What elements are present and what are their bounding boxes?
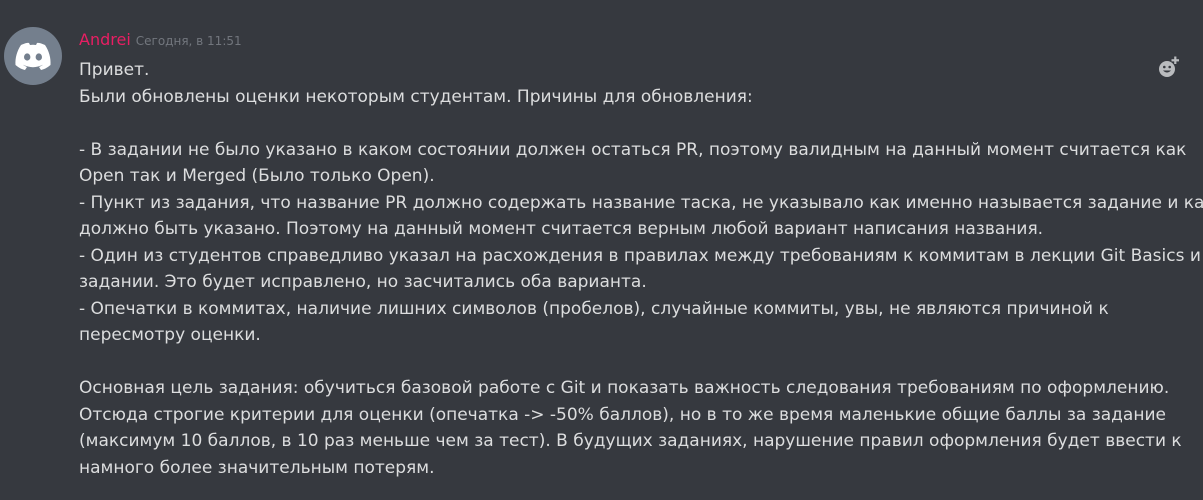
message-line: пересмотру оценки. bbox=[79, 325, 261, 345]
message-line: - Опечатки в коммитах, наличие лишних си… bbox=[79, 298, 1109, 319]
username[interactable]: Andrei bbox=[79, 30, 131, 49]
discord-logo-icon bbox=[15, 42, 51, 70]
message-line bbox=[79, 110, 1174, 137]
message-line: должно быть указано. Поэтому на данный м… bbox=[79, 219, 1044, 239]
message-content: Привет. Были обновлены оценки некоторым … bbox=[79, 57, 1203, 481]
add-reaction-icon bbox=[1159, 56, 1179, 77]
message-line: - Один из студентов справедливо указал н… bbox=[79, 245, 1201, 266]
message-line bbox=[79, 349, 1174, 376]
message-line: Были обновлены оценки некоторым студента… bbox=[79, 86, 753, 107]
message-line: - В задании не было указано в каком сост… bbox=[79, 139, 1187, 160]
message-line: Отсюда строгие критерии для оценки (опеч… bbox=[79, 404, 1166, 425]
message-line: (максимум 10 баллов, в 10 раз меньше чем… bbox=[79, 431, 1182, 451]
message-header: Andrei Сегодня, в 11:51 bbox=[79, 30, 242, 54]
add-reaction-button[interactable] bbox=[1158, 56, 1180, 78]
message-line: задании. Это будет исправлено, но засчит… bbox=[79, 272, 647, 292]
timestamp: Сегодня, в 11:51 bbox=[135, 34, 242, 48]
message-line: Open так и Merged (Было только Open). bbox=[79, 166, 435, 186]
chat-message: Andrei Сегодня, в 11:51 Привет. Были обн… bbox=[0, 0, 1203, 500]
message-line: намного более значительным потерям. bbox=[79, 457, 435, 478]
avatar[interactable] bbox=[4, 27, 62, 85]
message-line: - Пункт из задания, что название PR долж… bbox=[79, 192, 1203, 213]
message-line: Основная цель задания: обучиться базовой… bbox=[79, 378, 1170, 398]
message-line: Привет. bbox=[79, 60, 150, 80]
